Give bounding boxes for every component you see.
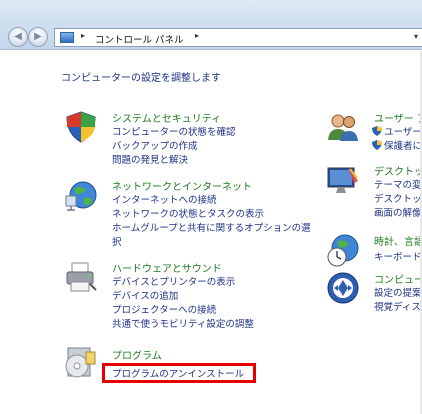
link-visual-display[interactable]: 視覚ディス bbox=[374, 299, 421, 313]
clock-globe-icon[interactable] bbox=[326, 233, 360, 267]
network-globe-icon[interactable] bbox=[64, 178, 98, 212]
category-appearance: デスクトップ テーマの変 デスクトップ 画面の解像 bbox=[326, 163, 422, 223]
category-title[interactable]: デスクトップ bbox=[374, 163, 422, 178]
category-user-accounts: ユーザー ア ユーザー 保護者に bbox=[326, 110, 422, 156]
link-connect-projector[interactable]: プロジェクターへの接続 bbox=[112, 302, 216, 316]
link-mobility-settings[interactable]: 共通で使うモビリティ設定の調整 bbox=[112, 316, 254, 330]
link-devices-printers[interactable]: デバイスとプリンターの表示 bbox=[112, 274, 235, 288]
control-panel-icon bbox=[60, 32, 74, 43]
programs-disc-icon[interactable] bbox=[64, 346, 98, 380]
page-title: コンピューターの設定を調整します bbox=[61, 73, 221, 84]
breadcrumb-separator-icon[interactable]: ▸ bbox=[81, 31, 85, 40]
category-title[interactable]: プログラム bbox=[112, 347, 162, 362]
category-system-security: システムとセキュリティ コンピューターの状態を確認 バックアップの作成 問題の発… bbox=[64, 110, 314, 170]
link-screen-resolution[interactable]: 画面の解像 bbox=[374, 205, 422, 219]
link-change-theme[interactable]: テーマの変 bbox=[374, 177, 422, 191]
link-create-backup[interactable]: バックアップの作成 bbox=[112, 138, 198, 152]
link-settings-suggestions[interactable]: 設定の提案 bbox=[374, 285, 422, 299]
back-button[interactable]: ◀ bbox=[8, 27, 28, 47]
breadcrumb-separator-icon[interactable]: ▸ bbox=[195, 31, 199, 40]
link-connect-internet[interactable]: インターネットへの接続 bbox=[112, 192, 217, 206]
category-title[interactable]: システムとセキュリティ bbox=[112, 110, 221, 125]
users-icon[interactable] bbox=[326, 110, 360, 144]
link-user-accounts[interactable]: ユーザー bbox=[384, 124, 422, 138]
desktop-personalize-icon[interactable] bbox=[326, 163, 360, 197]
link-add-device[interactable]: デバイスの追加 bbox=[112, 288, 178, 302]
category-title[interactable]: ユーザー ア bbox=[374, 110, 422, 125]
link-check-status[interactable]: コンピューターの状態を確認 bbox=[112, 124, 236, 138]
shield-icon bbox=[372, 140, 382, 150]
control-panel-content: コンピューターの設定を調整します システムとセキュリティ コンピューターの状態を… bbox=[0, 51, 422, 414]
address-bar[interactable]: ▸ コントロール パネル ▸ ▾ bbox=[54, 28, 422, 47]
link-keyboard[interactable]: キーボード bbox=[374, 249, 422, 263]
category-title[interactable]: コンピュー bbox=[374, 271, 422, 286]
forward-button[interactable]: ▶ bbox=[28, 27, 48, 47]
back-arrow-icon: ◀ bbox=[14, 31, 22, 42]
printer-icon[interactable] bbox=[64, 260, 98, 294]
category-title[interactable]: ネットワークとインターネット bbox=[112, 178, 252, 193]
link-network-status[interactable]: ネットワークの状態とタスクの表示 bbox=[112, 206, 264, 220]
forward-arrow-icon: ▶ bbox=[34, 31, 42, 42]
category-clock-language: 時計、言語 キーボード bbox=[326, 233, 422, 269]
category-hardware-sound: ハードウェアとサウンド デバイスとプリンターの表示 デバイスの追加 プロジェクタ… bbox=[64, 260, 314, 332]
link-homegroup-options-cont[interactable]: 択 bbox=[112, 234, 122, 248]
navigation-bar: ◀ ▶ ▸ コントロール パネル ▸ ▾ bbox=[0, 0, 422, 50]
link-homegroup-options[interactable]: ホームグループと共有に関するオプションの選 bbox=[112, 220, 311, 234]
chevron-down-icon[interactable]: ▾ bbox=[414, 32, 418, 41]
highlight-box bbox=[102, 363, 256, 383]
category-ease-of-access: コンピュー 設定の提案 視覚ディス bbox=[326, 271, 422, 319]
shield-icon bbox=[372, 126, 382, 136]
category-title[interactable]: ハードウェアとサウンド bbox=[112, 260, 222, 275]
link-parental-controls[interactable]: 保護者に bbox=[384, 138, 422, 152]
ease-of-access-icon[interactable] bbox=[326, 271, 360, 305]
breadcrumb-control-panel[interactable]: コントロール パネル bbox=[95, 32, 184, 46]
category-network-internet: ネットワークとインターネット インターネットへの接続 ネットワークの状態とタスク… bbox=[64, 178, 326, 250]
shield-icon[interactable] bbox=[64, 110, 98, 144]
link-troubleshoot[interactable]: 問題の発見と解決 bbox=[112, 152, 188, 166]
category-title[interactable]: 時計、言語 bbox=[374, 233, 422, 248]
link-desktop-background[interactable]: デスクトップ bbox=[374, 191, 422, 205]
